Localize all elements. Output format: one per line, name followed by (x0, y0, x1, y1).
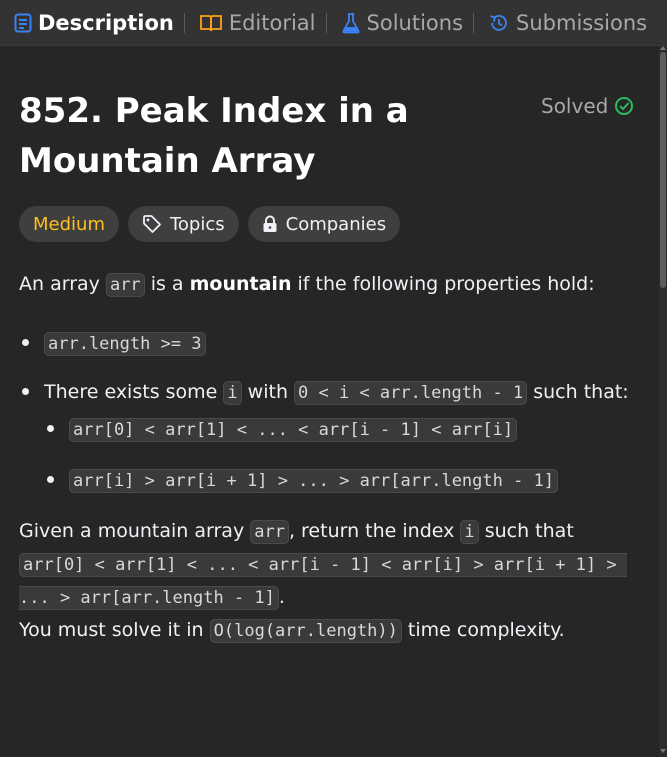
companies-label: Companies (285, 213, 387, 235)
list-item: arr.length >= 3 (19, 327, 639, 360)
complexity-text: time complexity. (401, 619, 565, 641)
code-complexity: O(log(arr.length)) (209, 619, 402, 643)
tag-icon (143, 215, 161, 233)
bullet-text: There exists some (44, 381, 224, 403)
code-i: i (223, 381, 242, 405)
list-item: There exists some i with 0 < i < arr.len… (19, 376, 639, 497)
bullet-text: such that: (527, 381, 629, 403)
tag-pills: Medium Topics Companies (19, 206, 401, 242)
tab-bar: Description Editorial Solutions Submissi… (0, 0, 667, 46)
scrollbar-thumb[interactable] (660, 52, 666, 288)
code-range: 0 < i < arr.length - 1 (294, 381, 528, 405)
book-icon (199, 14, 222, 31)
bullet-text: with (241, 381, 295, 403)
intro-text: if the following properties hold: (291, 273, 595, 295)
companies-button[interactable]: Companies (247, 206, 401, 242)
code-decreasing: arr[i] > arr[i + 1] > ... > arr[arr.leng… (69, 469, 559, 493)
tab-submissions-label: Submissions (516, 10, 648, 35)
property-list: arr.length >= 3 There exists some i with… (19, 327, 639, 497)
problem-description: An array arr is a mountain if the follow… (19, 268, 639, 647)
intro-text: is a (144, 273, 190, 295)
description-complexity: You must solve it in O(log(arr.length)) … (19, 614, 639, 647)
lock-icon (263, 215, 277, 232)
code-length-condition: arr.length >= 3 (44, 332, 206, 356)
topics-label: Topics (169, 213, 225, 235)
return-text: , return the index (288, 520, 461, 542)
tab-solutions-label: Solutions (366, 10, 464, 35)
sub-list: arr[0] < arr[1] < ... < arr[i - 1] < arr… (44, 413, 639, 497)
flask-icon (341, 12, 360, 33)
scroll-down-icon[interactable] (660, 749, 666, 753)
tab-submissions[interactable]: Submissions (474, 0, 657, 46)
topics-button[interactable]: Topics (127, 206, 239, 242)
return-text: such that (478, 520, 574, 542)
tab-description[interactable]: Description (0, 0, 184, 46)
tab-description-label: Description (38, 10, 174, 35)
tab-solutions[interactable]: Solutions (327, 0, 474, 46)
bold-mountain: mountain (189, 273, 292, 295)
list-item: arr[0] < arr[1] < ... < arr[i - 1] < arr… (44, 413, 639, 446)
solved-status: Solved (541, 94, 634, 118)
tab-editorial-label: Editorial (228, 10, 316, 35)
code-peak-condition: arr[0] < arr[1] < ... < arr[i - 1] < arr… (19, 553, 627, 610)
intro-text: An array (19, 273, 106, 295)
scroll-up-icon[interactable] (660, 46, 666, 50)
solved-label: Solved (541, 94, 609, 118)
return-text: Given a mountain array (19, 520, 251, 542)
description-icon (14, 13, 32, 32)
code-arr: arr (105, 273, 145, 297)
return-text: . (278, 586, 285, 608)
description-return: Given a mountain array arr, return the i… (19, 515, 639, 614)
code-i: i (460, 520, 479, 544)
problem-title[interactable]: 852. Peak Index in a Mountain Array (19, 86, 449, 186)
history-icon (490, 14, 507, 31)
code-arr: arr (250, 520, 289, 544)
code-increasing: arr[0] < arr[1] < ... < arr[i - 1] < arr… (69, 418, 518, 442)
complexity-text: You must solve it in (19, 619, 210, 641)
tab-editorial[interactable]: Editorial (185, 0, 326, 46)
scrollbar[interactable] (659, 46, 667, 757)
difficulty-badge: Medium (19, 206, 119, 242)
list-item: arr[i] > arr[i + 1] > ... > arr[arr.leng… (44, 464, 639, 497)
description-intro: An array arr is a mountain if the follow… (19, 268, 639, 301)
check-circle-icon (615, 97, 634, 115)
difficulty-label: Medium (33, 213, 105, 235)
